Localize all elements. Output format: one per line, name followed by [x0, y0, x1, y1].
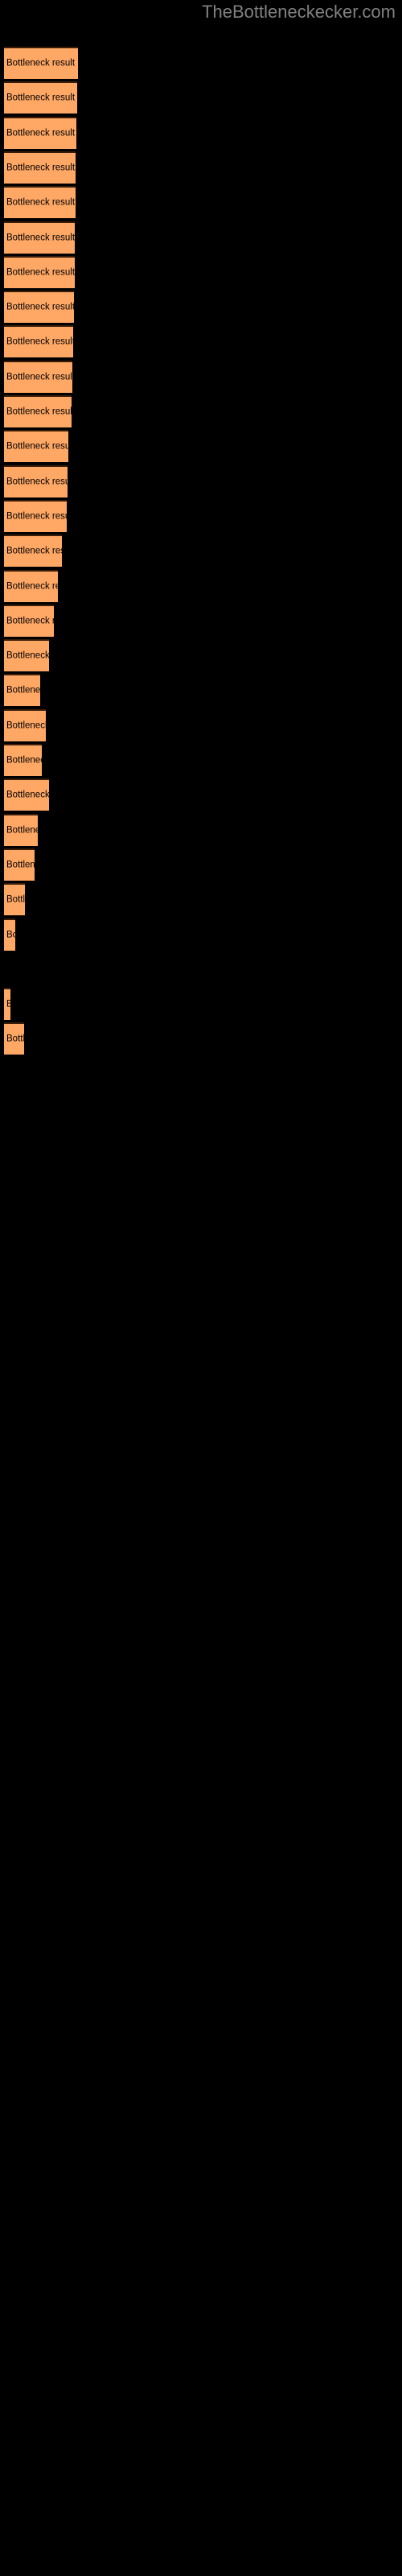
bottleneck-result-bar[interactable]: Bottleneck result — [4, 708, 46, 741]
bar-label: Bottleneck result — [6, 546, 62, 556]
bar-row: Bottleneck result — [0, 604, 402, 637]
bar-row: Bottleneck result — [0, 47, 402, 79]
bottleneck-result-bar[interactable]: Bottleneck result — [4, 535, 62, 568]
bottleneck-result-bar[interactable]: Bottleneck result — [4, 464, 68, 497]
bar-row: Bottleneck result — [0, 360, 402, 393]
bottleneck-result-bar[interactable]: Bottleneck result — [4, 221, 75, 254]
bar-row: Bottleneck result — [0, 255, 402, 288]
bar-label: Bottleneck result — [6, 163, 76, 173]
bar-row: Bottleneck result — [0, 325, 402, 358]
bottleneck-result-bar[interactable]: Bottleneck result — [4, 499, 67, 532]
bar-row: Bottleneck result — [0, 813, 402, 846]
bar-label: Bottleneck result — [6, 685, 40, 696]
bar-label: Bottleneck result — [6, 58, 76, 68]
bar-label: Bottleneck result — [6, 790, 49, 800]
bar-label: Bottleneck result — [6, 336, 73, 347]
bar-row: Bottleneck result — [0, 499, 402, 532]
bottleneck-result-bar[interactable]: Bottleneck result — [4, 744, 42, 776]
bottleneck-result-bar[interactable]: Bottleneck result — [4, 569, 58, 602]
bar-row: Bottleneck result — [0, 988, 402, 1021]
bar-label: Bottleneck result — [6, 511, 67, 522]
bottleneck-result-bar[interactable]: Bottleneck result — [4, 81, 77, 114]
bottleneck-result-bar[interactable]: Bottleneck result — [4, 395, 72, 427]
bottleneck-result-bar[interactable]: Bottleneck result — [4, 47, 78, 79]
bar-label: Bottleneck result — [6, 302, 74, 312]
bar-row: Bottleneck result — [0, 186, 402, 219]
bar-label: Bottleneck result — [6, 233, 75, 242]
bottleneck-result-bar[interactable]: Bottleneck result — [4, 778, 49, 811]
bottleneck-result-bar[interactable]: Bottleneck result — [4, 639, 49, 672]
bar-label: Bottleneck result — [6, 372, 72, 382]
bar-row: Bottleneck result — [0, 674, 402, 707]
bottleneck-result-bar[interactable]: Bottleneck result — [4, 813, 38, 846]
bar-label: Bottleneck result — [6, 197, 76, 208]
bar-row: Bottleneck result — [0, 848, 402, 881]
bar-row: Bottleneck result — [0, 883, 402, 916]
bottleneck-result-bar[interactable]: Bottleneck result — [4, 430, 68, 463]
bottleneck-result-bar[interactable]: Bottleneck result — [4, 1022, 24, 1055]
bottleneck-result-bar[interactable]: Bottleneck result — [4, 674, 40, 707]
bar-row: Bottleneck result — [0, 778, 402, 811]
bar-row: Bottleneck result — [0, 395, 402, 427]
bar-row: Bottleneck result — [0, 535, 402, 568]
bar-label: Bottleneck result — [6, 441, 68, 452]
chart-canvas: TheBottleneckecker.com Bottleneck result… — [0, 0, 402, 2576]
bottleneck-result-bar[interactable]: Bottleneck result — [4, 291, 74, 324]
bar-row: Bottleneck result — [0, 151, 402, 184]
bar-label: Bottleneck result — [6, 825, 38, 836]
bottleneck-result-bar[interactable]: Bottleneck result — [4, 325, 73, 358]
bottleneck-result-bar[interactable]: Bottleneck result — [4, 255, 75, 288]
bar-row: Bottleneck result — [0, 744, 402, 776]
bar-label: Bottleneck result — [6, 650, 49, 661]
bar-label: Bottleneck result — [6, 407, 72, 417]
bar-label: Bottleneck result — [6, 894, 25, 905]
bar-label: Bottleneck result — [6, 93, 76, 103]
bottleneck-result-bar[interactable]: Bottleneck result — [4, 186, 76, 219]
bottleneck-result-bar[interactable]: Bottleneck result — [4, 988, 10, 1021]
bar-row: Bottleneck result — [0, 918, 402, 951]
bottleneck-result-bar[interactable]: Bottleneck result — [4, 360, 72, 393]
bar-label: Bottleneck result — [6, 267, 75, 278]
bar-label: Bottleneck result — [6, 1034, 24, 1044]
bar-row: Bottleneck result — [0, 708, 402, 741]
bar-row: Bottleneck result — [0, 953, 402, 985]
bar-row: Bottleneck result — [0, 291, 402, 324]
bar-row: Bottleneck result — [0, 430, 402, 463]
bar-label: Bottleneck result — [6, 581, 58, 591]
bottleneck-result-bar[interactable]: Bottleneck result — [4, 848, 35, 881]
bottleneck-result-bar[interactable]: Bottleneck result — [4, 116, 76, 149]
bar-chart-plot-area: Bottleneck result Bottleneck result Bottle… — [0, 0, 402, 2576]
bottleneck-result-bar[interactable]: Bottleneck result — [4, 604, 54, 637]
bar-label: Bottleneck result — [6, 616, 54, 626]
bar-row: Bottleneck result — [0, 639, 402, 672]
bottleneck-result-bar[interactable]: Bottleneck result — [4, 151, 76, 184]
bottleneck-result-bar[interactable]: Bottleneck result — [4, 918, 15, 951]
bar-row: Bottleneck result — [0, 464, 402, 497]
bar-label: Bottleneck result — [6, 1000, 10, 1010]
bar-label: Bottleneck result — [6, 477, 68, 487]
bar-label: Bottleneck result — [6, 860, 35, 870]
bar-row: Bottleneck result — [0, 569, 402, 602]
bar-label: Bottleneck result — [6, 755, 42, 766]
bar-row: Bottleneck result — [0, 81, 402, 114]
bar-row: Bottleneck result — [0, 1022, 402, 1055]
bar-label: Bottleneck result — [6, 930, 15, 939]
bar-label: Bottleneck result — [6, 720, 46, 731]
bottleneck-result-bar[interactable]: Bottleneck result — [4, 883, 25, 916]
bar-row: Bottleneck result — [0, 116, 402, 149]
bar-row: Bottleneck result — [0, 221, 402, 254]
bar-label: Bottleneck result — [6, 128, 76, 138]
